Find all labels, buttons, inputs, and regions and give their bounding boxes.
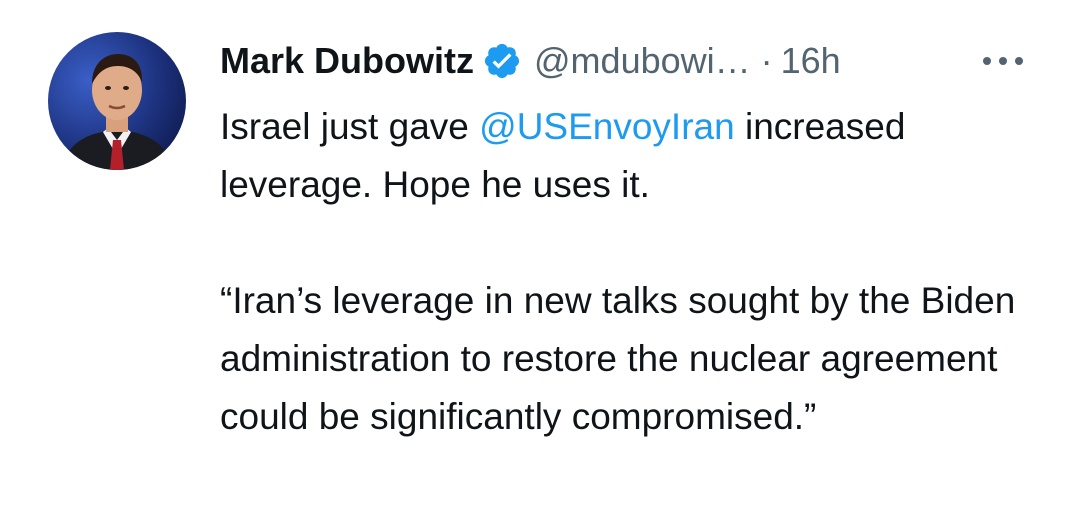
author-display-name[interactable]: Mark Dubowitz [220,40,474,82]
tweet-timestamp[interactable]: 16h [781,40,841,82]
tweet-quote: “Iran’s leverage in new talks sought by … [220,280,1016,437]
tweet-header: Mark Dubowitz @mdubowi… · 16h [220,36,841,86]
tweet-paragraph: Israel just gave @USEnvoyIran increased … [220,98,1040,214]
separator-dot: · [760,40,773,81]
mention-link[interactable]: @USEnvoyIran [479,106,735,147]
tweet-text-segment: Israel just gave [220,106,480,147]
tweet[interactable]: Mark Dubowitz @mdubowi… · 16h Israel jus… [0,0,1074,524]
more-dots-icon[interactable] [976,44,1030,78]
verified-badge-icon [482,41,522,81]
tweet-text: Israel just gave @USEnvoyIran increased … [220,98,1040,446]
author-handle[interactable]: @mdubowi… [534,40,751,82]
avatar-photo [48,32,186,170]
avatar[interactable] [48,32,186,170]
